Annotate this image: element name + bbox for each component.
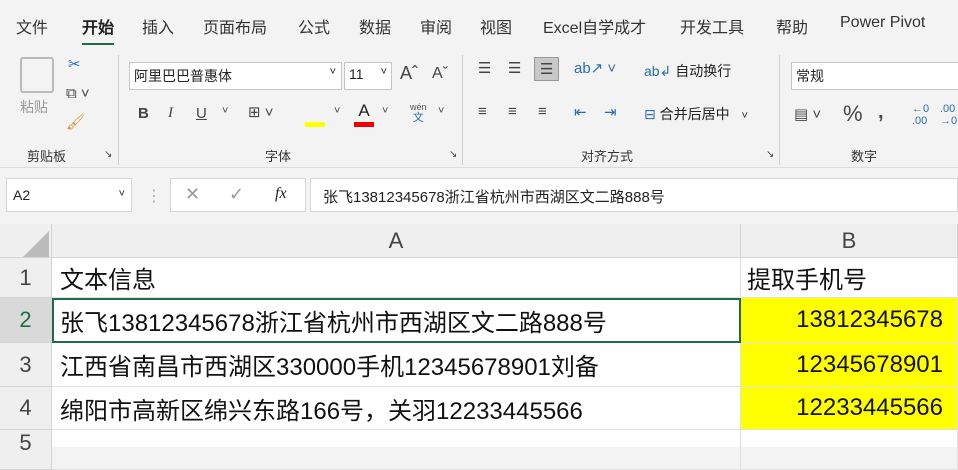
cancel-icon[interactable]: ✕ xyxy=(185,184,200,205)
spreadsheet-grid: A B 1 文本信息 提取手机号 2 张飞13812345678浙江省杭州市西湖… xyxy=(0,224,958,470)
ribbon: 粘贴 ✂ ⧉ ˅ 🖌 剪贴板 ↘ 阿里巴巴普惠体 ˅ 11 ˅ Aˆ Aˇ B I … xyxy=(0,45,958,168)
row-header[interactable]: 1 xyxy=(0,258,52,298)
font-name-select[interactable]: 阿里巴巴普惠体 ˅ xyxy=(129,62,342,90)
percent-button[interactable]: % xyxy=(843,101,863,127)
tab-developer[interactable]: 开发工具 xyxy=(680,14,744,38)
cell-a4[interactable]: 绵阳市高新区绵兴东路166号，关羽12233445566 xyxy=(52,387,741,430)
underline-dropdown-icon[interactable]: ˅ xyxy=(222,105,228,117)
font-color-icon[interactable]: A xyxy=(354,101,374,127)
merge-center-button[interactable]: ⊟ 合并后居中 ˅ xyxy=(644,104,748,124)
tab-file[interactable]: 文件 xyxy=(16,14,48,38)
column-header-b[interactable]: B xyxy=(741,224,958,258)
cell-a5[interactable] xyxy=(52,430,741,470)
cell-a1[interactable]: 文本信息 xyxy=(52,258,741,298)
merge-icon: ⊟ xyxy=(644,106,656,122)
cell-b1[interactable]: 提取手机号 xyxy=(741,258,958,298)
align-top-icon[interactable]: ☰ xyxy=(478,59,491,77)
tab-insert[interactable]: 插入 xyxy=(142,14,174,38)
formula-content: 张飞13812345678浙江省杭州市西湖区文二路888号 xyxy=(323,189,665,206)
select-all-button[interactable] xyxy=(0,224,52,258)
tab-page-layout[interactable]: 页面布局 xyxy=(203,14,267,38)
font-color-dropdown-icon[interactable]: ˅ xyxy=(382,105,388,117)
insert-function-button[interactable]: fx xyxy=(275,185,287,203)
fill-color-icon[interactable] xyxy=(305,105,325,127)
row-header[interactable]: 5 xyxy=(0,430,52,470)
divider-dots: ⋮ xyxy=(146,188,162,205)
name-box-value: A2 xyxy=(13,187,31,203)
tab-power-pivot[interactable]: Power Pivot xyxy=(840,14,925,32)
orientation-icon[interactable]: ab↗ ˅ xyxy=(574,59,616,77)
number-format-value: 常规 xyxy=(796,68,824,84)
cell-a2-selected[interactable]: 张飞13812345678浙江省杭州市西湖区文二路888号 xyxy=(52,298,741,343)
row-header[interactable]: 2 xyxy=(0,298,52,343)
cell-b2[interactable]: 13812345678 xyxy=(741,298,958,343)
phonetic-char: 文 xyxy=(412,112,424,124)
paste-icon[interactable] xyxy=(20,57,54,93)
wrap-text-label: 自动换行 xyxy=(675,63,732,79)
accounting-format-icon[interactable]: ▤ ˅ xyxy=(794,105,821,123)
tab-data[interactable]: 数据 xyxy=(359,14,391,38)
font-dialog-launcher-icon[interactable]: ↘ xyxy=(449,149,457,160)
italic-button[interactable]: I xyxy=(168,105,173,122)
align-right-icon[interactable]: ≡ xyxy=(538,103,547,120)
align-middle-icon[interactable]: ☰ xyxy=(508,59,521,77)
copy-icon[interactable]: ⧉ ˅ xyxy=(66,85,90,102)
increase-font-icon[interactable]: Aˆ xyxy=(400,63,418,84)
align-center-icon[interactable]: ≡ xyxy=(508,103,517,120)
cell-b5[interactable] xyxy=(741,430,958,470)
decrease-font-icon[interactable]: Aˇ xyxy=(432,65,448,83)
cut-icon[interactable]: ✂ xyxy=(68,55,81,73)
formula-buttons: ✕ ✓ fx xyxy=(170,178,306,212)
row-header[interactable]: 3 xyxy=(0,343,52,387)
format-painter-icon[interactable]: 🖌 xyxy=(66,113,85,131)
row-header[interactable]: 4 xyxy=(0,387,52,430)
increase-decimal-icon[interactable]: ←0.00 xyxy=(912,103,929,127)
tab-formulas[interactable]: 公式 xyxy=(298,14,330,38)
name-box[interactable]: A2 ˅ xyxy=(6,178,132,212)
wrap-text-icon: ab↲ xyxy=(644,63,672,79)
tab-home[interactable]: 开始 xyxy=(82,14,115,46)
border-icon[interactable]: ⊞ ˅ xyxy=(248,103,274,121)
align-bottom-icon[interactable]: ☰ xyxy=(534,57,560,81)
paste-button[interactable]: 粘贴 xyxy=(20,97,48,117)
font-name-value: 阿里巴巴普惠体 xyxy=(134,68,232,84)
decrease-indent-icon[interactable]: ⇤ xyxy=(574,103,587,121)
fill-color-dropdown-icon[interactable]: ˅ xyxy=(334,105,340,117)
tab-excel-learn[interactable]: Excel自学成才 xyxy=(543,14,646,38)
number-format-select[interactable]: 常规 xyxy=(791,62,958,90)
tab-review[interactable]: 审阅 xyxy=(420,14,452,38)
align-left-icon[interactable]: ≡ xyxy=(478,103,487,120)
font-group-label: 字体 xyxy=(265,149,292,164)
phonetic-label: wén xyxy=(410,102,427,112)
alignment-group-label: 对齐方式 xyxy=(581,149,634,164)
merge-label: 合并后居中 xyxy=(659,106,730,122)
number-group-label: 数字 xyxy=(851,149,878,164)
enter-icon[interactable]: ✓ xyxy=(229,184,244,205)
tab-view[interactable]: 视图 xyxy=(480,14,512,38)
phonetic-button[interactable]: wén 文 xyxy=(410,101,427,124)
font-size-select[interactable]: 11 ˅ xyxy=(344,62,392,90)
column-header-a[interactable]: A xyxy=(52,224,741,258)
formula-input[interactable]: 张飞13812345678浙江省杭州市西湖区文二路888号 xyxy=(310,178,958,212)
wrap-text-button[interactable]: ab↲ 自动换行 xyxy=(644,61,731,81)
increase-indent-icon[interactable]: ⇥ xyxy=(604,103,617,121)
bold-button[interactable]: B xyxy=(138,105,149,122)
tab-help[interactable]: 帮助 xyxy=(776,14,808,38)
cell-a3[interactable]: 江西省南昌市西湖区330000手机12345678901刘备 xyxy=(52,343,741,387)
comma-style-button[interactable]: , xyxy=(878,101,884,124)
underline-button[interactable]: U xyxy=(196,105,207,122)
font-size-value: 11 xyxy=(349,66,364,82)
dialog-launcher-icon[interactable]: ↘ xyxy=(104,149,112,160)
phonetic-dropdown-icon[interactable]: ˅ xyxy=(438,105,444,117)
cell-b4[interactable]: 12233445566 xyxy=(741,387,958,430)
align-dialog-launcher-icon[interactable]: ↘ xyxy=(766,149,774,160)
decrease-decimal-icon[interactable]: .00 →0 xyxy=(940,103,957,127)
cell-b3[interactable]: 12345678901 xyxy=(741,343,958,387)
clipboard-group-label: 剪贴板 xyxy=(27,149,67,164)
